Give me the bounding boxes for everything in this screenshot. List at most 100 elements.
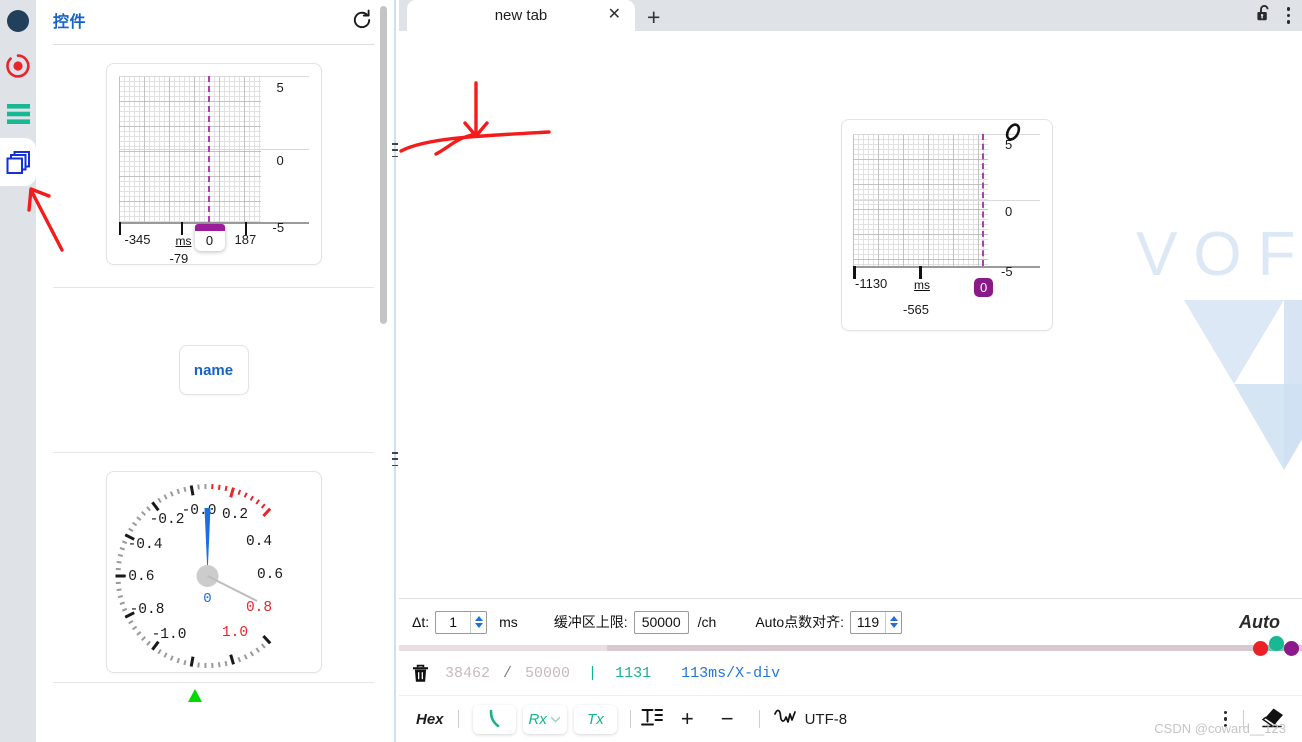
gauge-tick — [121, 540, 127, 545]
knob-green[interactable] — [1268, 636, 1284, 651]
gauge-tick — [243, 492, 248, 498]
widgets-button[interactable] — [0, 138, 36, 186]
delta-t-stepper[interactable]: 1 — [435, 610, 488, 634]
stepper-up-icon[interactable] — [474, 616, 483, 621]
auto-align-value: 119 — [856, 614, 880, 630]
gauge-tick — [135, 516, 141, 521]
widget-divider — [53, 287, 374, 288]
toolbar-divider — [457, 710, 459, 728]
icon-rail — [0, 0, 36, 742]
x-tick — [118, 222, 121, 235]
gauge-tick — [261, 634, 271, 645]
hook-curve-button[interactable] — [472, 704, 516, 734]
gauge-tick — [196, 484, 200, 490]
widget-divider — [53, 682, 374, 683]
unlock-icon[interactable] — [1256, 4, 1273, 27]
gauge-tick — [140, 636, 146, 642]
tab-new-tab[interactable]: new tab ✕ — [407, 0, 635, 31]
menu-lines-button[interactable] — [0, 90, 36, 138]
close-icon[interactable]: ✕ — [608, 7, 621, 23]
acquisition-settings-row: Δt: 1 ms 缓冲区上限: 50000 /ch Auto点数对齐: 119 — [399, 599, 1302, 645]
cursor-value-badge[interactable]: 0 — [974, 278, 994, 297]
panel-splitter[interactable] — [391, 0, 399, 742]
gauge-tick — [182, 486, 186, 493]
gauge-tick — [169, 491, 174, 497]
y-tick-label: 0 — [1005, 204, 1013, 219]
status-row: 38462 / 50000 | 1131 113ms/X-div — [399, 651, 1302, 695]
stepper-arrows[interactable] — [885, 611, 901, 633]
auto-mode-label[interactable]: Auto — [1239, 612, 1280, 633]
hex-toggle[interactable]: Hex — [416, 711, 444, 728]
knob-purple[interactable] — [1283, 641, 1299, 656]
stepper-up-icon[interactable] — [889, 616, 898, 621]
gauge-tick — [145, 640, 151, 646]
kebab-menu-icon[interactable] — [1286, 7, 1290, 24]
zoom-in-button[interactable]: + — [681, 708, 694, 730]
buffer-limit-input[interactable]: 50000 — [633, 610, 689, 634]
name-button-label: name — [193, 361, 234, 379]
waveform-widget-2[interactable]: 5 0 -5 -1130 -565 ms 0 — [841, 119, 1053, 331]
gauge-tick-label: 0.2 — [221, 507, 247, 523]
gauge-tick — [163, 652, 168, 658]
gauge-tick — [169, 655, 174, 661]
pin-marker-icon[interactable] — [1000, 120, 1026, 146]
auto-align-stepper[interactable]: 119 — [850, 610, 903, 634]
waveform-widget-1[interactable]: 5 0 -5 -345 -79 187 ms 0 — [105, 63, 322, 266]
tx-button[interactable]: Tx — [573, 704, 617, 734]
footer-credit: CSDN @coward__123 — [1154, 721, 1286, 736]
rx-button[interactable]: Rx — [522, 704, 567, 734]
triangle-indicator-widget[interactable] — [36, 689, 354, 729]
bottom-toolbar: Δt: 1 ms 缓冲区上限: 50000 /ch Auto点数对齐: 119 — [399, 598, 1302, 742]
plus-icon[interactable]: + — [647, 6, 660, 29]
splitter-grip[interactable] — [391, 143, 399, 157]
buffer-scrollbar-fill — [399, 645, 607, 651]
gauge-tick — [236, 656, 241, 663]
waveform-button[interactable] — [773, 708, 796, 731]
gauge-tick — [217, 484, 221, 490]
text-wrap-button[interactable] — [640, 707, 663, 732]
gauge-value: 0 — [203, 591, 211, 607]
tabbar-actions — [1256, 4, 1302, 31]
gauge-tick — [243, 654, 248, 660]
zoom-out-button[interactable]: − — [721, 708, 734, 730]
gauge-tick — [236, 489, 241, 496]
chart-cursor-chip[interactable]: 0 — [194, 224, 225, 251]
gauge-tick — [150, 501, 160, 512]
splitter-grip[interactable] — [391, 452, 399, 466]
splitter-line — [394, 0, 396, 742]
gauge-tick — [131, 625, 137, 631]
vofa-watermark: VOFA — [1136, 219, 1302, 477]
cursor-value: 0 — [980, 280, 988, 295]
chart-cursor-line[interactable] — [207, 76, 210, 222]
refresh-icon[interactable] — [351, 9, 373, 31]
plot-canvas[interactable]: VOFA 5 0 -5 -1130 -565 — [399, 31, 1302, 598]
stepper-down-icon[interactable] — [474, 623, 483, 628]
gauge-tick — [224, 660, 228, 667]
encoding-label[interactable]: UTF-8 — [805, 711, 848, 728]
delta-t-label: Δt: — [412, 614, 430, 630]
stepper-arrows[interactable] — [470, 611, 486, 633]
gauge-tick — [156, 648, 162, 655]
triangle-up-icon — [188, 689, 202, 702]
text-wrap-icon — [640, 708, 663, 725]
panel-scrollbar[interactable] — [380, 6, 387, 324]
gauge-tick — [131, 521, 137, 527]
name-button-widget[interactable]: name — [178, 345, 249, 395]
delta-t-value: 1 — [449, 614, 458, 630]
chart-cursor-line[interactable] — [982, 134, 984, 266]
delta-t-unit: ms — [499, 614, 518, 630]
gauge-tick-label-danger: 1.0 — [221, 625, 247, 641]
stepper-down-icon[interactable] — [889, 623, 898, 628]
trash-icon[interactable] — [412, 664, 429, 683]
toolbar-divider — [629, 710, 631, 728]
x-tick-label: -345 — [124, 232, 151, 247]
record-target-icon — [6, 54, 30, 78]
record-button[interactable] — [0, 42, 36, 90]
auto-align-label: Auto点数对齐: — [755, 614, 845, 630]
gauge-tick-label: -0.6 — [119, 569, 154, 585]
watermark-text: VOFA — [1136, 220, 1302, 289]
main-area: new tab ✕ + VOFA — [399, 0, 1302, 742]
application-root: 控件 5 0 -5 -345 -79 187 ms 0 name -0.0 -0… — [0, 0, 1302, 742]
gauge-widget[interactable]: -0.0 -0.2 -0.4 -0.6 -0.8 -1.0 0.2 0.4 0.… — [105, 471, 322, 673]
buffer-scrollbar[interactable] — [399, 636, 1302, 656]
